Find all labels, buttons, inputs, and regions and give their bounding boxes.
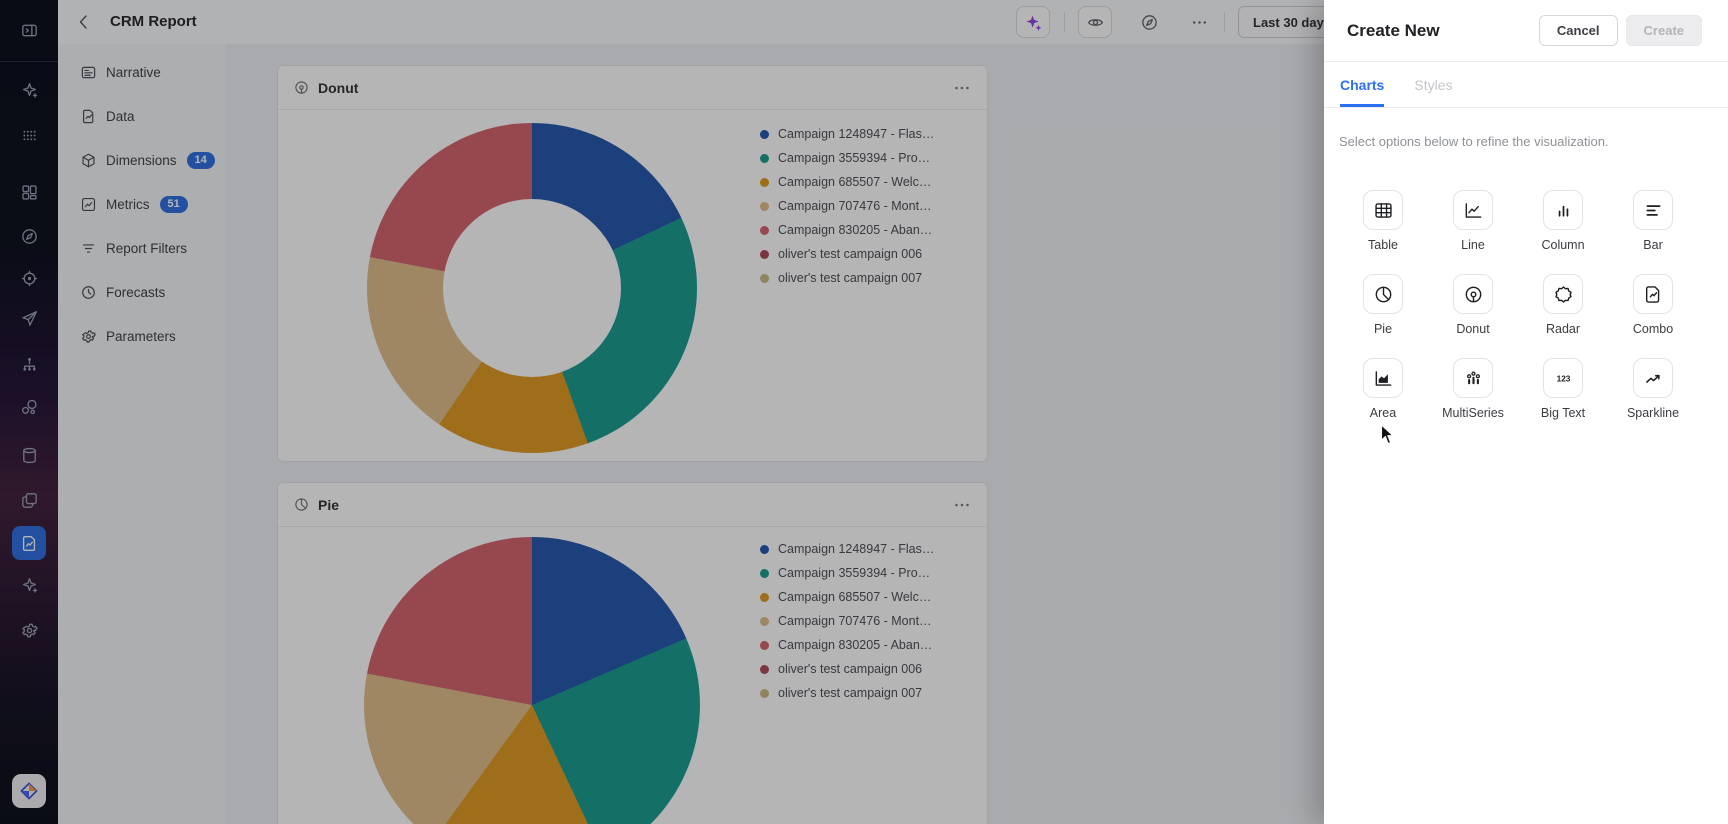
chart-type-column[interactable]: Column	[1541, 190, 1585, 253]
chart-type-radar[interactable]: Radar	[1543, 274, 1583, 337]
create-new-panel: Create New Cancel Create Charts Styles S…	[1324, 0, 1728, 824]
combo-chart-icon	[1633, 274, 1673, 314]
cancel-button[interactable]: Cancel	[1538, 15, 1618, 46]
chart-type-label: Pie	[1373, 322, 1393, 336]
donut-chart-icon	[1453, 274, 1493, 314]
chart-type-label: Bar	[1643, 238, 1663, 252]
create-button[interactable]: Create	[1625, 15, 1702, 46]
bar-chart-icon	[1633, 190, 1673, 230]
chart-type-area[interactable]: Area	[1363, 358, 1403, 421]
chart-type-donut[interactable]: Donut	[1453, 274, 1493, 337]
chart-type-multiseries[interactable]: MultiSeries	[1442, 358, 1504, 421]
chart-type-label: Sparkline	[1626, 406, 1680, 420]
pie-chart-icon	[1363, 274, 1403, 314]
panel-title: Create New	[1347, 20, 1440, 40]
chart-type-big-text[interactable]: 123 Big Text	[1540, 358, 1586, 421]
chart-type-label: Combo	[1632, 322, 1674, 336]
chart-type-label: Radar	[1545, 322, 1581, 336]
chart-type-table[interactable]: Table	[1363, 190, 1403, 253]
sparkline-chart-icon	[1633, 358, 1673, 398]
area-chart-icon	[1363, 358, 1403, 398]
chart-type-grid: Table Line Column Bar Pie Donut Radar Combo Area…	[1363, 190, 1679, 421]
chart-type-label: Line	[1461, 238, 1485, 252]
tab-charts[interactable]: Charts	[1340, 62, 1385, 107]
chart-type-label: Big Text	[1540, 406, 1586, 420]
chart-type-label: Donut	[1456, 322, 1490, 336]
column-chart-icon	[1543, 190, 1583, 230]
table-chart-icon	[1363, 190, 1403, 230]
dim-overlay	[0, 0, 1324, 824]
chart-type-bar[interactable]: Bar	[1633, 190, 1673, 253]
chart-type-label: Column	[1541, 238, 1585, 252]
chart-type-pie[interactable]: Pie	[1363, 274, 1403, 337]
big-text-chart-icon: 123	[1543, 358, 1583, 398]
radar-chart-icon	[1543, 274, 1583, 314]
panel-description: Select options below to refine the visua…	[1339, 134, 1609, 149]
chart-type-line[interactable]: Line	[1453, 190, 1493, 253]
mouse-cursor	[1380, 424, 1395, 445]
chart-type-combo[interactable]: Combo	[1633, 274, 1673, 337]
app-window: CRM Report Last 30 days Narrative Data Dim…	[0, 0, 1728, 824]
panel-header: Create New Cancel Create	[1324, 0, 1728, 62]
multiseries-chart-icon	[1453, 358, 1493, 398]
panel-tabs: Charts Styles	[1324, 62, 1728, 108]
line-chart-icon	[1453, 190, 1493, 230]
chart-type-label: Area	[1369, 406, 1397, 420]
svg-text:123: 123	[1556, 373, 1570, 383]
chart-type-sparkline[interactable]: Sparkline	[1627, 358, 1679, 421]
chart-type-label: Table	[1368, 238, 1398, 252]
tab-styles[interactable]: Styles	[1414, 62, 1452, 107]
chart-type-label: MultiSeries	[1442, 406, 1504, 420]
